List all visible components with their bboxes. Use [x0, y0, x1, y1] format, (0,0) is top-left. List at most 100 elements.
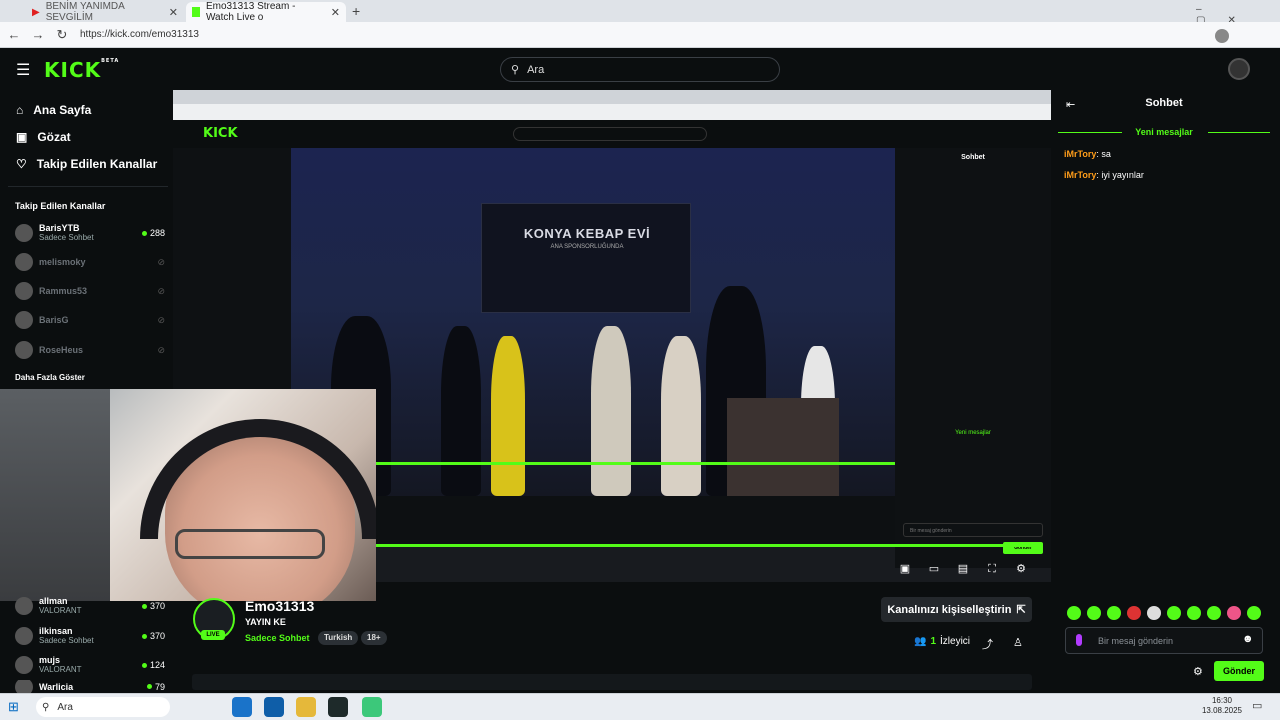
share-icon[interactable]: ⤴ — [982, 636, 993, 652]
person — [661, 336, 701, 496]
recommended-channel[interactable]: mujs VALORANT 124 — [15, 651, 165, 679]
chat-panel — [1058, 90, 1276, 692]
followed-channel[interactable]: Rammus53 ⊘ — [15, 277, 165, 305]
explorer-icon[interactable] — [296, 697, 316, 717]
inner-site-header: KICK — [173, 120, 1051, 148]
external-link-icon: ⇱ — [1016, 604, 1026, 616]
inner-address-bar — [173, 104, 1051, 120]
emote-icon[interactable] — [1067, 606, 1081, 620]
tag-language[interactable]: Turkish — [318, 631, 359, 645]
reload-icon[interactable]: ↻ — [54, 27, 70, 43]
avatar — [15, 627, 33, 645]
sponsor-banner: KONYA KEBAP EVİ ANA SPONSORLUĞUNDA — [481, 203, 691, 313]
nav-home[interactable]: ⌂ Ana Sayfa — [16, 103, 91, 117]
inner-webcam — [727, 398, 839, 496]
offline-icon: ⊘ — [157, 314, 165, 325]
browse-icon: ▣ — [16, 130, 28, 144]
emote-icon[interactable] — [1167, 606, 1181, 620]
mic-icon[interactable] — [1076, 634, 1082, 646]
about-section — [192, 674, 1032, 690]
person — [591, 326, 631, 496]
kick-logo[interactable]: KICKBETA — [44, 58, 119, 82]
obs-icon[interactable] — [328, 697, 348, 717]
stream-title: YAYIN KE — [245, 617, 286, 627]
emote-icon[interactable] — [1087, 606, 1101, 620]
heart-icon: ♡ — [16, 157, 27, 171]
viewer-count: 👥 1 İzleyici — [914, 636, 971, 647]
settings-icon[interactable]: ⚙ — [1014, 562, 1028, 576]
recommended-channel[interactable]: Warlicia 79 — [15, 680, 165, 693]
menu-icon[interactable]: ☰ — [16, 60, 30, 80]
emote-icon[interactable] — [1247, 606, 1261, 620]
divider — [8, 186, 168, 187]
person — [491, 336, 525, 496]
avatar — [15, 341, 33, 359]
inner-chat: Sohbet Yeni mesajlar Bir mesaj gönderin … — [895, 148, 1051, 568]
tab-music[interactable]: ▶ BENİM YANIMDA SEVGİLİM ✕ — [26, 1, 184, 23]
taskbar-search[interactable]: ⚲ Ara — [36, 697, 170, 717]
divider — [1208, 132, 1270, 133]
emoji-icon[interactable]: ☻ — [1242, 633, 1254, 645]
chat-message: iMrTory: sa — [1064, 149, 1111, 159]
pip-icon[interactable]: ▣ — [898, 562, 912, 576]
emote-icon[interactable] — [1227, 606, 1241, 620]
emote-icon[interactable] — [1187, 606, 1201, 620]
recommended-channel[interactable]: ilkinsan Sadece Sohbet 370 — [15, 622, 165, 650]
emote-icon[interactable] — [1147, 606, 1161, 620]
close-icon[interactable]: ✕ — [169, 6, 178, 19]
profile-icon[interactable] — [1215, 29, 1229, 43]
stream-category[interactable]: Sadece Sohbet — [245, 633, 310, 643]
fullscreen-icon[interactable]: ⛶ — [985, 562, 999, 576]
live-dot-icon — [141, 230, 147, 236]
live-dot-icon — [141, 662, 147, 668]
webcam-overlay — [0, 389, 376, 601]
followed-heading: Takip Edilen Kanallar — [15, 201, 106, 211]
emote-icon[interactable] — [1127, 606, 1141, 620]
nav-following[interactable]: ♡ Takip Edilen Kanallar — [16, 157, 157, 171]
offline-icon: ⊘ — [157, 256, 165, 267]
forward-icon[interactable]: → — [30, 27, 46, 43]
live-dot-icon — [146, 684, 152, 689]
kick-favicon-icon — [192, 7, 200, 17]
settings-icon[interactable]: ⚙ — [1193, 665, 1203, 678]
stream-stage: KONYA KEBAP EVİ ANA SPONSORLUĞUNDA — [291, 148, 895, 496]
clock[interactable]: 16:30 13.08.2025 — [1200, 696, 1244, 716]
search-icon: ⚲ — [511, 64, 520, 76]
close-icon[interactable]: ✕ — [331, 6, 340, 19]
new-tab-button[interactable]: + — [352, 3, 360, 19]
live-dot-icon — [141, 633, 147, 639]
streamer-name[interactable]: Emo31313 — [245, 598, 314, 614]
tag-age[interactable]: 18+ — [361, 631, 387, 645]
followed-channel[interactable]: BarisG ⊘ — [15, 306, 165, 334]
avatar — [15, 311, 33, 329]
outlook-icon[interactable] — [264, 697, 284, 717]
followed-channel[interactable]: melismoky ⊘ — [15, 248, 165, 276]
followed-channel[interactable]: BarisYTB Sadece Sohbet 288 — [15, 219, 165, 247]
chat-input[interactable]: Bir mesaj gönderin — [1065, 627, 1263, 654]
followed-channel[interactable]: RoseHeus ⊘ — [15, 336, 165, 364]
avatar — [15, 253, 33, 271]
send-button[interactable]: Gönder — [1214, 661, 1264, 681]
nav-browse[interactable]: ▣ Gözat — [16, 130, 71, 144]
offline-icon: ⊘ — [157, 285, 165, 296]
show-more-link[interactable]: Daha Fazla Göster — [15, 373, 85, 382]
start-icon[interactable]: ⊞ — [8, 699, 19, 715]
emote-icon[interactable] — [1107, 606, 1121, 620]
chat-message: iMrTory: iyi yayınlar — [1064, 170, 1144, 180]
url-field[interactable]: https://kick.com/emo31313 — [80, 27, 1080, 43]
notification-icon[interactable]: ▭ — [1252, 699, 1262, 712]
customize-channel-button[interactable]: Kanalınızı kişiselleştirin ⇱ — [881, 597, 1032, 622]
progress-bar — [291, 462, 895, 465]
follow-icon[interactable]: ♙ — [1013, 636, 1023, 649]
search-input[interactable]: ⚲ Ara — [500, 57, 780, 82]
clip-icon[interactable]: ▤ — [956, 562, 970, 576]
tab-kick[interactable]: Emo31313 Stream - Watch Live o ✕ — [186, 1, 346, 23]
recommended-channel[interactable]: allman VALORANT 370 — [15, 594, 165, 618]
back-icon[interactable]: ← — [6, 27, 22, 43]
glasses — [175, 529, 325, 559]
edge-icon[interactable] — [232, 697, 252, 717]
user-avatar[interactable] — [1228, 58, 1250, 80]
kick-app-icon[interactable] — [362, 697, 382, 717]
theater-icon[interactable]: ▭ — [927, 562, 941, 576]
emote-icon[interactable] — [1207, 606, 1221, 620]
